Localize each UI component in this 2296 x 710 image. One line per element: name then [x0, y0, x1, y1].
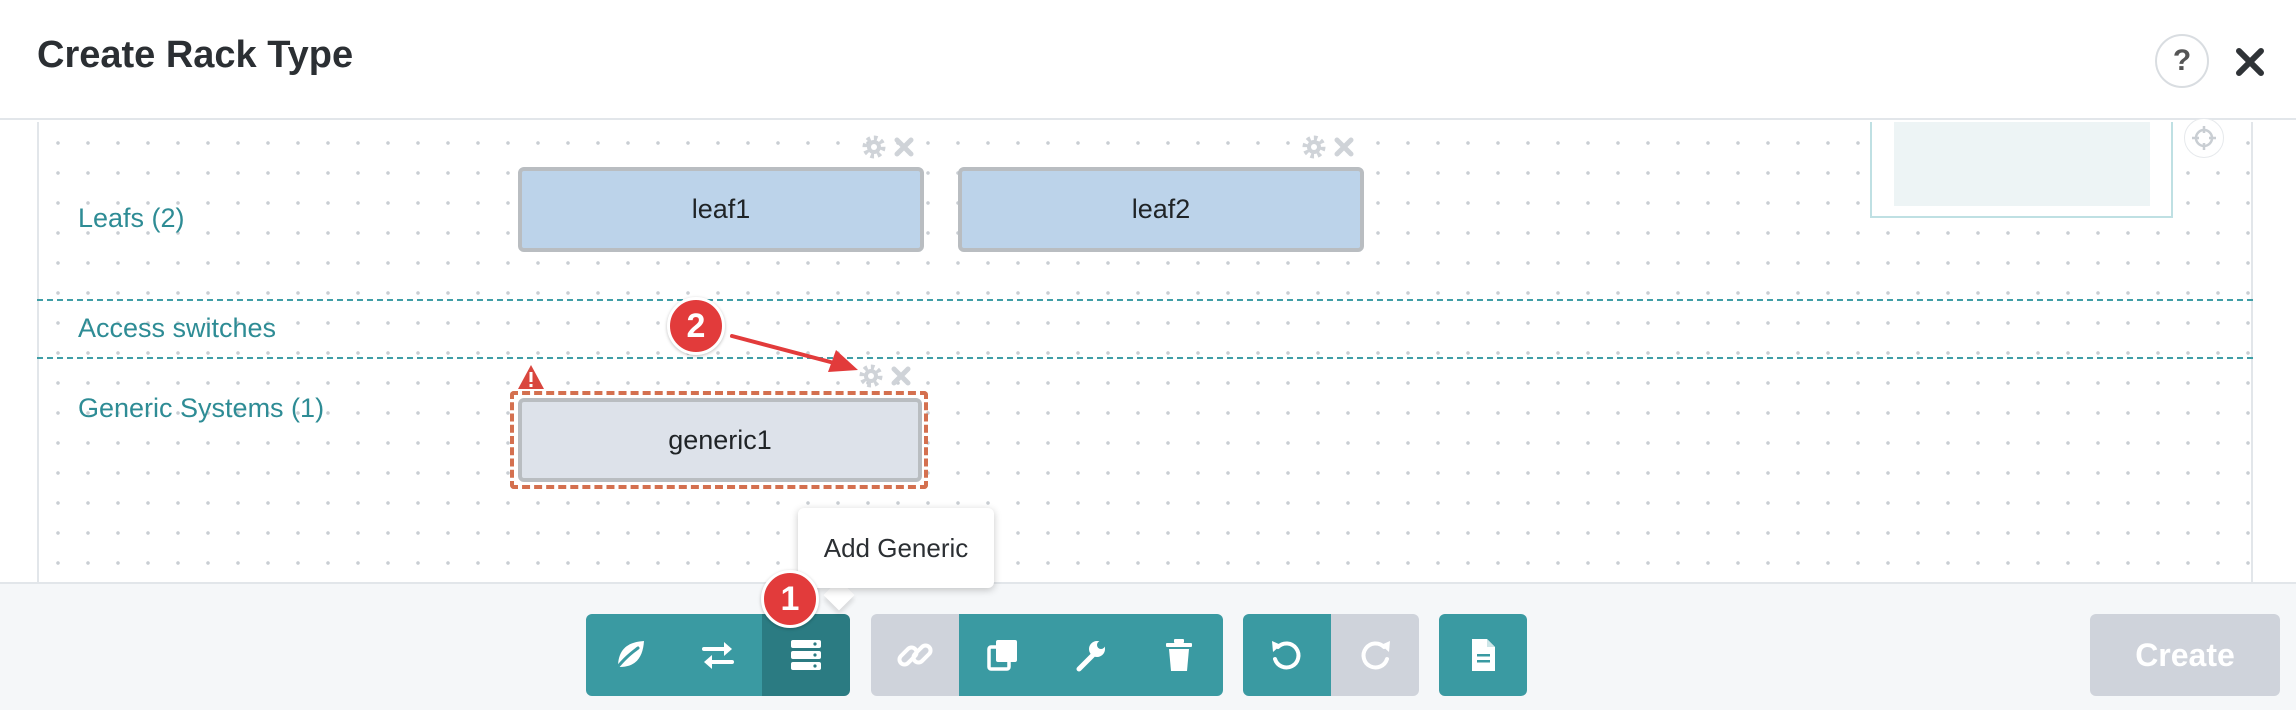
export-button[interactable] [1439, 614, 1527, 696]
row-divider [37, 357, 2253, 359]
node-tools-leaf2 [1301, 134, 1357, 160]
add-generic-button[interactable] [762, 614, 850, 696]
wrench-icon [1076, 641, 1105, 672]
exchange-icon [702, 642, 734, 669]
close-icon[interactable] [891, 134, 917, 160]
add-access-switch-button[interactable] [674, 614, 762, 696]
export-group [1439, 614, 1527, 696]
mini-map-viewport[interactable] [1894, 122, 2150, 206]
node-tools-leaf1 [861, 134, 917, 160]
row-label-leafs: Leafs (2) [78, 203, 185, 233]
redo-button[interactable] [1331, 614, 1419, 696]
delete-button[interactable] [1135, 614, 1223, 696]
annotation-arrow [730, 334, 858, 372]
close-icon[interactable] [1331, 134, 1357, 160]
page-title: Create Rack Type [37, 34, 354, 76]
step-badge-1: 1 [761, 570, 819, 628]
row-label-access-switches: Access switches [78, 313, 277, 343]
edit-group [871, 614, 1223, 696]
dialog-header: Create Rack Type ? [0, 0, 2296, 120]
recenter-button[interactable] [2184, 118, 2224, 158]
create-button[interactable]: Create [2090, 614, 2280, 696]
server-icon [791, 640, 821, 670]
link-icon [897, 643, 933, 667]
properties-button[interactable] [1047, 614, 1135, 696]
add-generic-tooltip: Add Generic [798, 508, 994, 588]
undo-button[interactable] [1243, 614, 1331, 696]
node-generic1[interactable]: generic1 [518, 398, 922, 482]
create-rack-type-dialog: Create Rack Type ? Leafs (2) Access swit… [0, 0, 2296, 710]
clone-button[interactable] [959, 614, 1047, 696]
gear-icon[interactable] [861, 134, 887, 160]
add-leaf-button[interactable] [586, 614, 674, 696]
node-leaf1[interactable]: leaf1 [518, 167, 924, 252]
mini-map[interactable] [1870, 122, 2173, 218]
close-button[interactable] [2228, 40, 2272, 84]
leaf-icon [614, 641, 644, 671]
history-group [1243, 614, 1419, 696]
document-icon [1472, 639, 1495, 671]
gear-icon[interactable] [1301, 134, 1327, 160]
row-label-generic-systems: Generic Systems (1) [78, 393, 325, 423]
row-divider [37, 299, 2253, 301]
redo-icon [1361, 641, 1390, 670]
copy-icon [987, 640, 1017, 671]
help-button[interactable]: ? [2155, 34, 2209, 88]
warning-icon [518, 365, 544, 389]
add-nodes-group [586, 614, 850, 696]
node-leaf2[interactable]: leaf2 [958, 167, 1364, 252]
crosshair-icon [2192, 126, 2216, 150]
link-button[interactable] [871, 614, 959, 696]
trash-icon [1166, 639, 1192, 671]
close-icon[interactable] [888, 363, 914, 389]
step-badge-2: 2 [667, 297, 725, 355]
bottom-toolbar: Create [0, 582, 2296, 710]
close-icon [2236, 48, 2264, 76]
undo-icon [1272, 641, 1301, 670]
